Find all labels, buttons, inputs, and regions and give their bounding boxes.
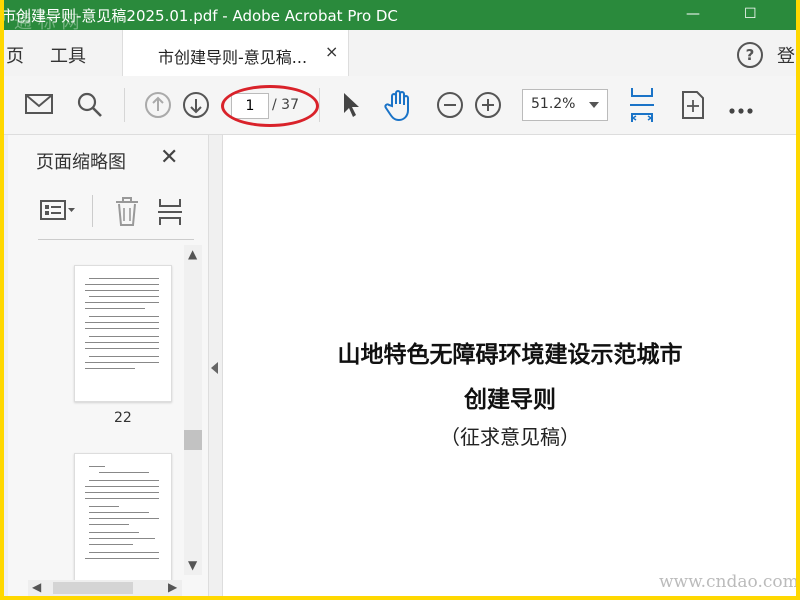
fit-width-icon[interactable] (628, 86, 656, 128)
menu-tools[interactable]: 工具 (50, 42, 86, 68)
scroll-up-icon[interactable]: ▲ (188, 247, 197, 261)
zoom-value: 51.2% (531, 96, 576, 112)
thumbnails-panel: 页面缩略图 ✕ 22 ▲ ▼ ◀ ▶ (8, 135, 209, 596)
app-window: 市创建导则-意见稿2025.01.pdf - Adobe Acrobat Pro… (4, 0, 796, 596)
document-title-line1: 山地特色无障碍环境建设示范城市 (337, 342, 683, 368)
minimize-button[interactable]: — (686, 6, 700, 22)
scroll-right-icon[interactable]: ▶ (168, 580, 177, 594)
help-icon[interactable]: ? (737, 42, 763, 68)
search-icon[interactable] (76, 91, 104, 123)
site-watermark: www.cndao.com (659, 572, 796, 592)
maximize-button[interactable]: ☐ (744, 6, 757, 22)
document-subtitle: （征求意见稿） (440, 425, 580, 449)
delete-icon[interactable] (114, 197, 140, 231)
page-tools-icon[interactable] (680, 90, 706, 124)
chevron-down-icon (589, 102, 599, 108)
zoom-out-icon[interactable] (436, 91, 464, 123)
tab-bar: 页 工具 市创建导则-意见稿... × ? 登 (4, 30, 796, 77)
scroll-left-icon[interactable]: ◀ (32, 580, 41, 594)
previous-page-icon[interactable] (144, 91, 172, 123)
thumbnail-hscroll-thumb[interactable] (53, 582, 133, 594)
panel-title: 页面缩略图 (36, 152, 126, 173)
page-thumbnail[interactable] (74, 265, 172, 402)
highlight-ellipse (221, 85, 319, 127)
thumbnail-options-icon[interactable] (40, 199, 78, 227)
zoom-in-icon[interactable] (474, 91, 502, 123)
document-title-line2: 创建导则 (464, 387, 556, 413)
toolbar-separator (319, 88, 320, 122)
document-tab-label: 市创建导则-意见稿... (158, 48, 308, 67)
signin-button[interactable]: 登 (777, 42, 795, 68)
toolbar-separator (124, 88, 125, 122)
document-view[interactable]: 山地特色无障碍环境建设示范城市 创建导则 （征求意见稿） (222, 135, 796, 596)
page-thumbnail[interactable] (74, 453, 172, 595)
mail-icon[interactable] (24, 92, 54, 120)
title-bar: 市创建导则-意见稿2025.01.pdf - Adobe Acrobat Pro… (4, 0, 796, 33)
menu-home[interactable]: 页 (6, 42, 24, 68)
hand-tool-icon[interactable] (384, 88, 416, 126)
thumbnail-scroll-thumb[interactable] (184, 430, 202, 450)
more-options-icon[interactable] (728, 100, 754, 119)
next-page-icon[interactable] (182, 91, 210, 123)
thumbnail-page-number: 22 (114, 410, 132, 426)
insert-pages-icon[interactable] (156, 197, 184, 231)
panel-separator (92, 195, 93, 227)
document-tab[interactable]: 市创建导则-意见稿... × (122, 30, 349, 76)
zoom-select[interactable]: 51.2% (522, 89, 608, 121)
thumbnail-scrollbar[interactable] (184, 245, 202, 575)
close-tab-icon[interactable]: × (325, 42, 338, 61)
panel-divider (38, 239, 194, 240)
collapse-panel-icon[interactable] (211, 362, 218, 374)
close-panel-icon[interactable]: ✕ (160, 145, 178, 170)
main-toolbar: 1 / 37 51.2% (4, 76, 796, 135)
select-cursor-icon[interactable] (340, 91, 362, 123)
scroll-down-icon[interactable]: ▼ (188, 558, 197, 572)
